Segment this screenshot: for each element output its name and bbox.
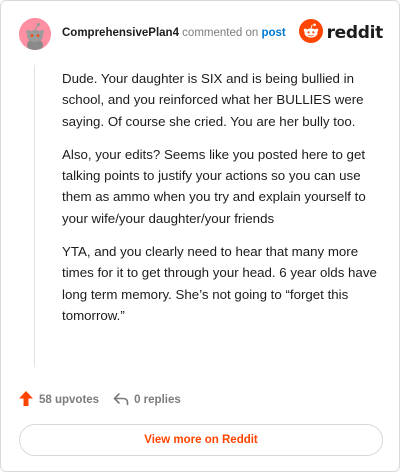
comment-paragraph: Also, your edits? Seems like you posted … xyxy=(62,146,366,226)
upvotes-stat[interactable]: 58 upvotes xyxy=(18,390,99,410)
post-link[interactable]: post xyxy=(261,27,285,39)
thread-line xyxy=(34,65,35,367)
comment-stats: 58 upvotes 0 replies xyxy=(18,391,181,409)
upvotes-count: 58 upvotes xyxy=(39,394,100,406)
comment-attribution: ComprehensivePlan4 commented on post xyxy=(62,27,286,39)
comment-embed-card: ComprehensivePlan4 commented on post red… xyxy=(0,0,400,472)
reddit-logo-icon xyxy=(298,18,323,48)
replies-count: 0 replies xyxy=(134,394,181,406)
view-more-button[interactable]: View more on Reddit xyxy=(19,424,383,456)
comment-paragraph: YTA, and you clearly need to hear that m… xyxy=(62,244,377,323)
reply-arrow-icon xyxy=(113,392,134,409)
username-link[interactable]: ComprehensivePlan4 xyxy=(62,27,179,39)
commented-on-text: commented on xyxy=(182,27,259,39)
comment-body: Dude. Your daughter is SIX and is being … xyxy=(62,68,382,338)
snoo-avatar-icon[interactable] xyxy=(19,18,51,50)
comment-paragraph: Dude. Your daughter is SIX and is being … xyxy=(62,71,364,129)
replies-stat[interactable]: 0 replies xyxy=(113,392,181,409)
upvote-arrow-icon xyxy=(18,390,39,410)
reddit-wordmark: reddit xyxy=(326,23,384,43)
comment-header: ComprehensivePlan4 commented on post red… xyxy=(19,18,383,54)
reddit-brand[interactable]: reddit xyxy=(298,18,384,48)
